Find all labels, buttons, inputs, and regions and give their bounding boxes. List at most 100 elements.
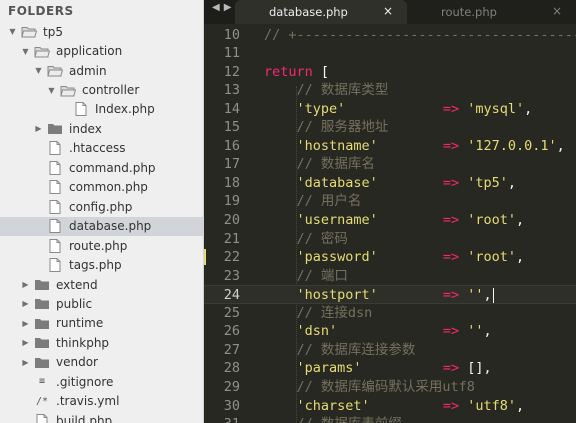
tree-file[interactable]: tags.php [0, 255, 203, 274]
code-line[interactable]: 18 'database' => 'tp5', [204, 174, 576, 192]
code-line[interactable]: 17 // 数据库名 [204, 155, 576, 173]
tree-file[interactable]: ≡ .gitignore [0, 372, 203, 391]
code-line[interactable]: 29 // 数据库编码默认采用utf8 [204, 378, 576, 396]
chevron-down-icon[interactable]: ▼ [47, 86, 56, 95]
tree-item-label: command.php [69, 160, 156, 175]
tree-folder[interactable]: ▶ runtime [0, 314, 203, 333]
code-line[interactable]: 30 'charset' => 'utf8', [204, 397, 576, 415]
line-number: 31 [212, 415, 240, 423]
code-text: // 数据库名 [264, 155, 375, 173]
tree-file[interactable]: config.php [0, 197, 203, 216]
code-line[interactable]: 15 // 服务器地址 [204, 118, 576, 136]
code-token: , [507, 174, 517, 191]
close-icon[interactable]: × [552, 4, 562, 18]
file-icon [34, 413, 50, 423]
code-line[interactable]: 22 'password' => 'root', [204, 248, 576, 266]
chevron-down-icon[interactable]: ▼ [34, 66, 43, 75]
code-line[interactable]: 12 return [ [204, 63, 576, 81]
tree-folder[interactable]: ▶ extend [0, 275, 203, 294]
tree-file[interactable]: .htaccess [0, 139, 203, 158]
tree-folder[interactable]: ▶ vendor [0, 353, 203, 372]
tree-folder[interactable]: ▼ admin [0, 61, 203, 80]
tree-file[interactable]: /* .travis.yml [0, 392, 203, 411]
folder-icon [34, 355, 50, 369]
folder-open-icon [47, 64, 63, 78]
chevron-right-icon[interactable]: ▶ [21, 299, 30, 308]
file-icon [47, 219, 63, 234]
code-token: 'hostname' [296, 137, 378, 154]
code-token: // 数据库连接参数 [264, 341, 416, 358]
code-text: 'charset' => 'utf8', [264, 397, 525, 415]
tree-file[interactable]: Index.php [0, 100, 203, 119]
tree-file[interactable]: route.php [0, 236, 203, 255]
tree-item-label: database.php [69, 219, 152, 234]
current-code-line[interactable]: 24 'hostport' => '', [204, 285, 576, 304]
code-line[interactable]: 27 // 数据库连接参数 [204, 341, 576, 359]
code-token: 'tp5' [467, 174, 508, 191]
tree-item-label: .htaccess [69, 141, 126, 156]
chevron-right-icon[interactable]: ▶ [34, 124, 43, 133]
code-token: // 密码 [264, 230, 348, 247]
tree-item-label: public [56, 296, 93, 311]
tab-bar: ◀▶ database.php × route.php × [204, 0, 576, 24]
code-line[interactable]: 23 // 端口 [204, 267, 576, 285]
tree-folder[interactable]: ▶ index [0, 119, 203, 138]
code-line[interactable]: 11 [204, 44, 576, 62]
tab-nav-arrows[interactable]: ◀▶ [212, 2, 235, 13]
code-line[interactable]: 16 'hostname' => '127.0.0.1', [204, 137, 576, 155]
tab-title: database.php [269, 5, 348, 19]
tab-route-php[interactable]: route.php × [407, 0, 576, 24]
code-text: // 数据库类型 [264, 81, 389, 99]
tree-file[interactable]: command.php [0, 158, 203, 177]
tree-item-label: .travis.yml [56, 394, 120, 409]
line-number: 17 [223, 156, 240, 173]
code-text: 'hostname' => '127.0.0.1', [264, 137, 565, 155]
back-arrow-icon[interactable]: ◀ [212, 2, 224, 13]
tree-file[interactable]: database.php [0, 216, 203, 236]
tree-file[interactable]: common.php [0, 178, 203, 197]
code-line[interactable]: 19 // 用户名 [204, 192, 576, 210]
chevron-right-icon[interactable]: ▶ [21, 338, 30, 347]
code-token: // 数据库表前缀 [264, 416, 402, 423]
tree-folder[interactable]: ▶ public [0, 294, 203, 313]
chevron-right-icon[interactable]: ▶ [21, 280, 30, 289]
tree-file[interactable]: build.php [0, 411, 203, 423]
tree-folder[interactable]: ▼ controller [0, 80, 203, 99]
code-text: return [ [264, 63, 329, 81]
chevron-down-icon[interactable]: ▼ [8, 27, 17, 36]
code-line[interactable]: 14 'type' => 'mysql', [204, 100, 576, 118]
tree-item-label: Index.php [95, 102, 155, 117]
tab-database-php[interactable]: database.php × [235, 0, 407, 24]
code-token: [], [459, 360, 492, 377]
code-line[interactable]: 10 // +----------------------------------… [204, 26, 576, 44]
tree-item-label: application [56, 44, 123, 59]
code-line[interactable]: 13 // 数据库类型 [204, 81, 576, 99]
chevron-down-icon[interactable]: ▼ [21, 47, 30, 56]
code-line[interactable]: 25 // 连接dsn [204, 304, 576, 322]
code-line[interactable]: 20 'username' => 'root', [204, 211, 576, 229]
code-token: , [516, 397, 525, 414]
close-icon[interactable]: × [383, 4, 393, 18]
tree-folder[interactable]: ▶ thinkphp [0, 333, 203, 352]
chevron-right-icon[interactable]: ▶ [21, 358, 30, 367]
forward-arrow-icon[interactable]: ▶ [224, 2, 236, 13]
tree-folder[interactable]: ▼ tp5 [0, 22, 203, 41]
sidebar: FOLDERS ▼ tp5 ▼ application ▼ admin ▼ controlle… [0, 0, 204, 423]
code-line[interactable]: 31 // 数据库表前缀 [204, 415, 576, 423]
chevron-right-icon[interactable]: ▶ [21, 319, 30, 328]
code-line[interactable]: 28 'params' => [], [204, 359, 576, 377]
code-line[interactable]: 26 'dsn' => '', [204, 322, 576, 340]
code-text: // 数据库编码默认采用utf8 [264, 378, 475, 396]
line-number: 29 [223, 378, 240, 395]
tree-folder[interactable]: ▼ application [0, 41, 203, 60]
line-number: 10 [223, 26, 240, 43]
code-line[interactable]: 21 // 密码 [204, 230, 576, 248]
code-token: 'hostport' [296, 287, 378, 304]
code-editor[interactable]: 10 // +----------------------------------… [204, 24, 576, 423]
